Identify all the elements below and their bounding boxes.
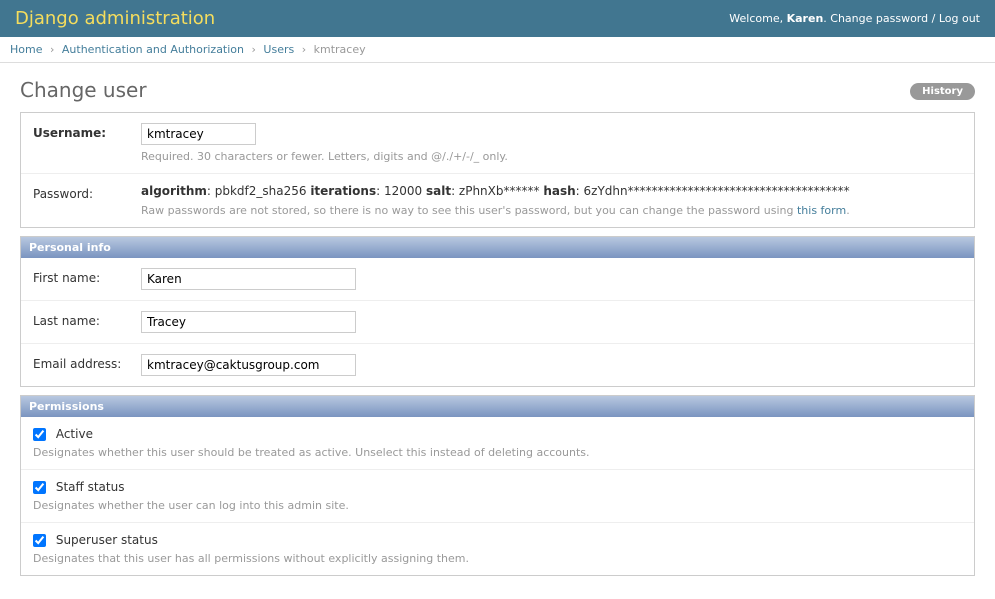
password-help: Raw passwords are not stored, so there i… bbox=[141, 204, 962, 217]
page-title: Change user bbox=[20, 78, 975, 102]
breadcrumb: Home › Authentication and Authorization … bbox=[0, 37, 995, 63]
staff-checkbox[interactable] bbox=[33, 481, 46, 494]
first-name-row: First name: bbox=[21, 258, 974, 301]
main-fieldset: Username: Required. 30 characters or few… bbox=[20, 112, 975, 228]
email-row: Email address: bbox=[21, 344, 974, 386]
password-label: Password: bbox=[33, 184, 133, 201]
header-bar: Django administration Welcome, Karen. Ch… bbox=[0, 0, 995, 37]
last-name-input[interactable] bbox=[141, 311, 356, 333]
password-row: Password: algorithm: pbkdf2_sha256 itera… bbox=[21, 174, 974, 227]
breadcrumb-app[interactable]: Authentication and Authorization bbox=[62, 43, 244, 56]
staff-label[interactable]: Staff status bbox=[33, 480, 124, 494]
first-name-label: First name: bbox=[33, 268, 133, 285]
active-checkbox[interactable] bbox=[33, 428, 46, 441]
personal-info-heading: Personal info bbox=[21, 237, 974, 258]
superuser-checkbox[interactable] bbox=[33, 534, 46, 547]
username-row: Username: Required. 30 characters or few… bbox=[21, 113, 974, 174]
change-password-link[interactable]: Change password bbox=[830, 12, 928, 25]
current-user: Karen bbox=[787, 12, 824, 25]
user-tools: Welcome, Karen. Change password / Log ou… bbox=[729, 12, 980, 25]
superuser-help: Designates that this user has all permis… bbox=[33, 552, 962, 565]
permissions-fieldset: Permissions Active Designates whether th… bbox=[20, 395, 975, 576]
email-input[interactable] bbox=[141, 354, 356, 376]
password-form-link[interactable]: this form bbox=[797, 204, 846, 217]
active-label[interactable]: Active bbox=[33, 427, 93, 441]
permissions-heading: Permissions bbox=[21, 396, 974, 417]
breadcrumb-object: kmtracey bbox=[314, 43, 366, 56]
breadcrumb-home[interactable]: Home bbox=[10, 43, 42, 56]
logout-link[interactable]: Log out bbox=[939, 12, 980, 25]
staff-help: Designates whether the user can log into… bbox=[33, 499, 962, 512]
active-help: Designates whether this user should be t… bbox=[33, 446, 962, 459]
last-name-row: Last name: bbox=[21, 301, 974, 344]
superuser-row: Superuser status Designates that this us… bbox=[21, 523, 974, 575]
email-label: Email address: bbox=[33, 354, 133, 371]
password-display: algorithm: pbkdf2_sha256 iterations: 120… bbox=[141, 184, 962, 198]
site-title: Django administration bbox=[15, 8, 215, 29]
welcome-text: Welcome, bbox=[729, 12, 786, 25]
active-row: Active Designates whether this user shou… bbox=[21, 417, 974, 470]
history-button[interactable]: History bbox=[910, 83, 975, 100]
username-label: Username: bbox=[33, 123, 133, 140]
staff-row: Staff status Designates whether the user… bbox=[21, 470, 974, 523]
username-input[interactable] bbox=[141, 123, 256, 145]
first-name-input[interactable] bbox=[141, 268, 356, 290]
breadcrumb-model[interactable]: Users bbox=[263, 43, 294, 56]
object-tools: History bbox=[910, 83, 975, 100]
superuser-label[interactable]: Superuser status bbox=[33, 533, 158, 547]
username-help: Required. 30 characters or fewer. Letter… bbox=[141, 150, 962, 163]
last-name-label: Last name: bbox=[33, 311, 133, 328]
personal-info-fieldset: Personal info First name: Last name: Ema… bbox=[20, 236, 975, 387]
